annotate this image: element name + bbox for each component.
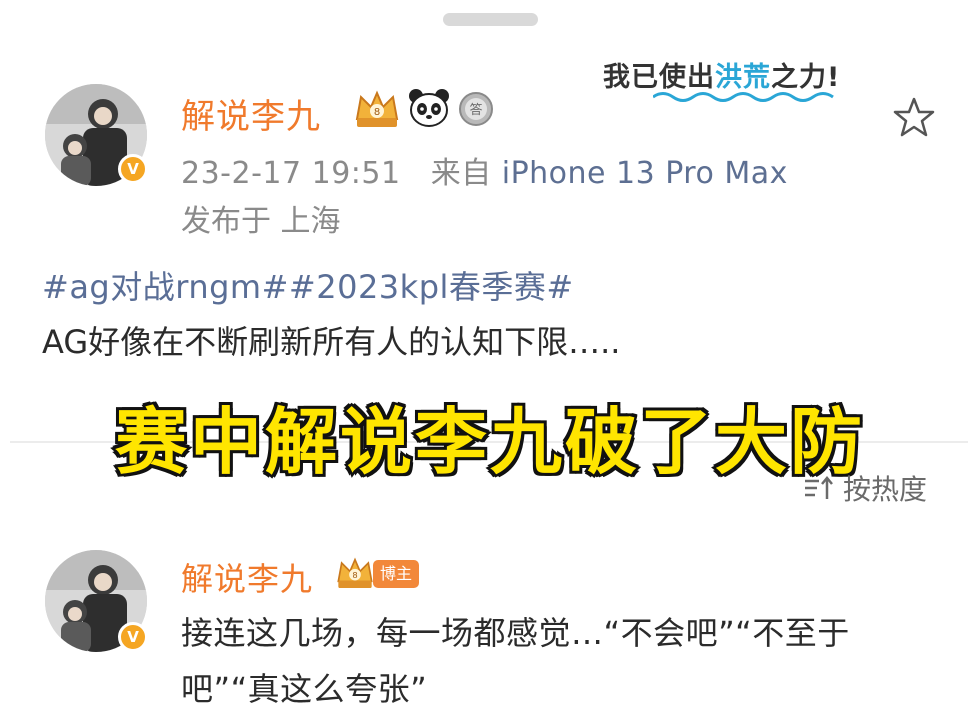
- post-location: 发布于 上海: [181, 204, 341, 239]
- verified-badge-icon: V: [118, 622, 148, 652]
- post-source-prefix: 来自: [430, 156, 492, 191]
- sort-icon: [805, 476, 833, 499]
- drag-handle[interactable]: [443, 13, 538, 26]
- medal-icon: 答: [459, 92, 493, 126]
- author-tag-badge: 博主: [373, 560, 420, 588]
- slogan-end: 之力!: [771, 62, 841, 93]
- svg-text:8: 8: [374, 107, 380, 118]
- author-name[interactable]: 解说李九: [181, 89, 321, 138]
- commenter-name[interactable]: 解说李九: [181, 554, 313, 600]
- vip-crown-icon: 8: [337, 557, 373, 588]
- post-timestamp: 23-2-17 19:51: [181, 156, 401, 191]
- post-meta: 23-2-17 19:51 来自 iPhone 13 Pro Max: [181, 148, 788, 192]
- post-device: iPhone 13 Pro Max: [501, 156, 788, 191]
- post-hashtags[interactable]: #ag对战rngm##2023kpl春季赛#: [42, 262, 574, 308]
- post-slogan-sticker: 我已使出洪荒之力!: [603, 55, 840, 94]
- post-text: AG好像在不断刷新所有人的认知下限…..: [42, 323, 621, 361]
- svg-text:8: 8: [352, 570, 357, 580]
- comments-sort-button[interactable]: 按热度: [803, 468, 927, 508]
- slogan-highlight: 洪荒: [715, 62, 771, 93]
- slogan-wave-decoration: [653, 92, 834, 102]
- panda-icon: [409, 89, 449, 127]
- comment-text: 接连这几场，每一场都感觉…“不会吧”“不至于吧”“真这么夸张”: [181, 614, 850, 708]
- comments-sort-label: 按热度: [843, 473, 928, 506]
- vip-crown-icon: 8: [355, 90, 399, 127]
- slogan-start: 我已使出: [603, 62, 715, 93]
- svg-text:答: 答: [469, 102, 482, 118]
- star-outline-icon[interactable]: [893, 96, 935, 138]
- verified-badge-icon: V: [118, 154, 148, 184]
